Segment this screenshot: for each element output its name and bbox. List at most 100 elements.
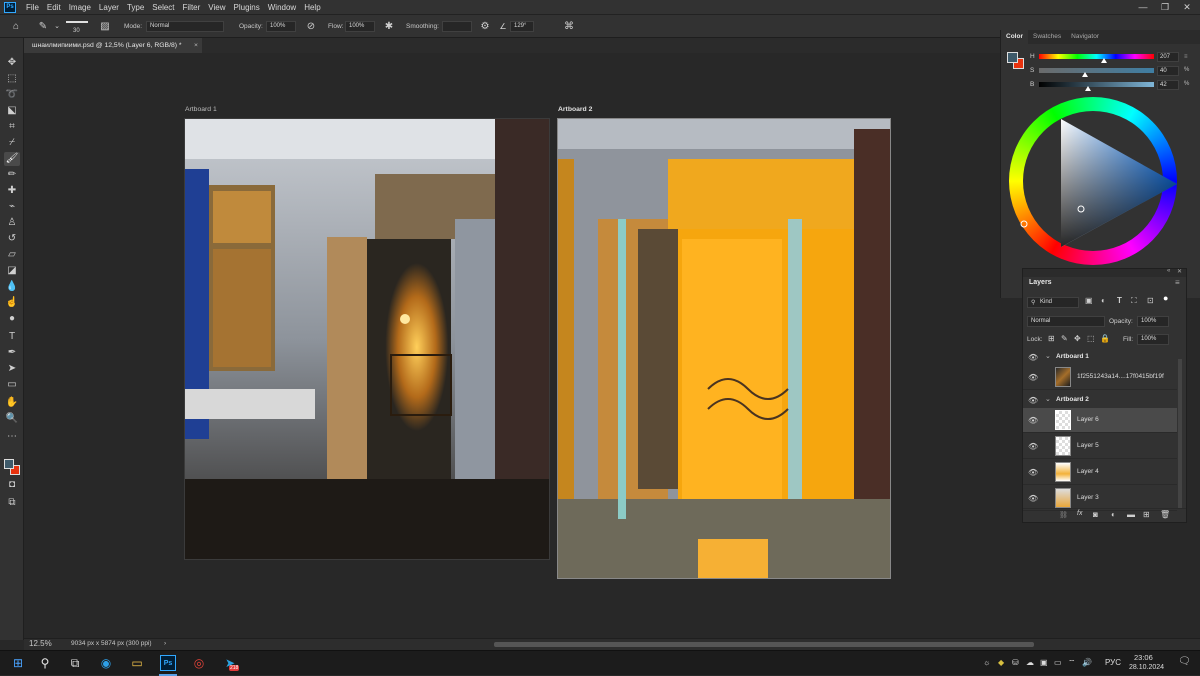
brush-tool-icon[interactable]: 🖌 bbox=[4, 152, 20, 166]
brightness-slider-thumb[interactable] bbox=[1085, 86, 1091, 91]
document-tab[interactable]: шнаилмипиими.psd @ 12,5% (Layer 6, RGB/8… bbox=[24, 38, 202, 53]
input-language[interactable]: РУС bbox=[1105, 658, 1121, 667]
chevron-down-icon[interactable]: ⌄ bbox=[50, 20, 64, 34]
blur-tool-icon[interactable]: 💧 bbox=[4, 280, 20, 294]
quick-mask-icon[interactable]: ◘ bbox=[4, 478, 20, 492]
crop-tool-icon[interactable]: ⌗ bbox=[4, 120, 20, 134]
history-brush-icon[interactable]: ↺ bbox=[4, 232, 20, 246]
display-icon[interactable]: ▭ bbox=[1054, 658, 1062, 667]
pencil-tool-icon[interactable]: ✏ bbox=[4, 168, 20, 182]
visibility-eye-icon[interactable]: 👁 bbox=[1028, 373, 1038, 382]
visibility-eye-icon[interactable]: 👁 bbox=[1028, 353, 1038, 362]
layer-row-layer-4[interactable]: 👁 Layer 4 bbox=[1023, 460, 1177, 485]
rectangle-tool-icon[interactable]: ▭ bbox=[4, 378, 20, 392]
smudge-tool-icon[interactable]: ☝ bbox=[4, 296, 20, 310]
close-icon[interactable]: ✕ bbox=[1176, 0, 1198, 14]
security-icon[interactable]: ◆ bbox=[998, 658, 1004, 667]
menu-edit[interactable]: Edit bbox=[43, 3, 65, 12]
smoothing-input[interactable] bbox=[442, 21, 472, 32]
clock-date[interactable]: 28.10.2024 bbox=[1129, 664, 1164, 671]
eyedropper-tool-icon[interactable]: ⌿ bbox=[4, 136, 20, 150]
pen-tool-icon[interactable]: ✒ bbox=[4, 346, 20, 360]
close-tab-icon[interactable]: × bbox=[194, 38, 198, 53]
visibility-eye-icon[interactable]: 👁 bbox=[1028, 442, 1038, 451]
hand-tool-icon[interactable]: ✋ bbox=[4, 396, 20, 410]
menu-select[interactable]: Select bbox=[148, 3, 178, 12]
layer-opacity-input[interactable]: 100% bbox=[1137, 316, 1169, 327]
new-layer-icon[interactable]: ⊞ bbox=[1143, 510, 1150, 519]
lock-image-icon[interactable]: ✎ bbox=[1061, 334, 1068, 343]
move-tool-icon[interactable]: ✥ bbox=[4, 56, 20, 70]
healing-tool-icon[interactable]: ✚ bbox=[4, 184, 20, 198]
close-panel-icon[interactable]: ✕ bbox=[1177, 268, 1182, 275]
visibility-eye-icon[interactable]: 👁 bbox=[1028, 396, 1038, 405]
menu-view[interactable]: View bbox=[204, 3, 229, 12]
path-select-icon[interactable]: ➤ bbox=[4, 362, 20, 376]
lasso-tool-icon[interactable]: ➰ bbox=[4, 88, 20, 102]
clock-time[interactable]: 23:06 bbox=[1134, 653, 1153, 662]
zoom-tool-icon[interactable]: 🔍 bbox=[4, 412, 20, 426]
eraser-tool-icon[interactable]: ▱ bbox=[4, 248, 20, 262]
filter-kind-select[interactable]: ⚲ Kind bbox=[1027, 297, 1079, 308]
layer-style-icon[interactable]: fx bbox=[1077, 510, 1082, 517]
adjustment-layer-icon[interactable]: ◐ bbox=[1111, 510, 1116, 519]
menu-filter[interactable]: Filter bbox=[179, 3, 205, 12]
windows-start-icon[interactable]: ⊞ bbox=[10, 655, 26, 671]
saturation-brightness-triangle[interactable] bbox=[1009, 97, 1177, 265]
mixer-brush-icon[interactable]: ⌁ bbox=[4, 200, 20, 214]
horizontal-scrollbar[interactable] bbox=[494, 642, 1034, 647]
menu-file[interactable]: File bbox=[22, 3, 43, 12]
menu-plugins[interactable]: Plugins bbox=[230, 3, 264, 12]
color-panel-foreground-swatch[interactable] bbox=[1007, 52, 1018, 63]
layer-row-photo[interactable]: 👁 1f2551243a14....17f0415bf19f bbox=[1023, 365, 1177, 390]
gear-icon[interactable]: ⚙ bbox=[478, 20, 492, 34]
edge-icon[interactable]: ◉ bbox=[98, 655, 114, 671]
brush-tool-icon[interactable]: ✎ bbox=[36, 20, 50, 34]
hue-slider[interactable] bbox=[1039, 54, 1154, 59]
photoshop-logo-icon[interactable]: Ps bbox=[4, 1, 16, 13]
pressure-opacity-icon[interactable]: ⊘ bbox=[304, 20, 318, 34]
weather-icon[interactable]: ☼ bbox=[983, 658, 990, 667]
hue-slider-thumb[interactable] bbox=[1101, 58, 1107, 63]
photoshop-taskbar-icon[interactable]: Ps bbox=[160, 655, 176, 671]
artboard-1-label[interactable]: Artboard 1 bbox=[185, 106, 217, 113]
filter-pixel-icon[interactable]: ▣ bbox=[1085, 296, 1093, 305]
opacity-input[interactable]: 100% bbox=[266, 21, 296, 32]
lock-all-icon[interactable]: 🔒 bbox=[1100, 334, 1110, 343]
clone-stamp-icon[interactable]: ♙ bbox=[4, 216, 20, 230]
marquee-tool-icon[interactable]: ⬚ bbox=[4, 72, 20, 86]
filter-smart-object-icon[interactable]: ⊡ bbox=[1147, 296, 1154, 305]
network-tray-icon[interactable]: ⛁ bbox=[1012, 658, 1019, 667]
lock-transparent-icon[interactable]: ⊞ bbox=[1048, 334, 1055, 343]
menu-image[interactable]: Image bbox=[65, 3, 95, 12]
filter-type-icon[interactable]: T bbox=[1117, 296, 1122, 305]
home-icon[interactable]: ⌂ bbox=[9, 20, 23, 34]
brightness-slider[interactable] bbox=[1039, 82, 1154, 87]
visibility-eye-icon[interactable]: 👁 bbox=[1028, 468, 1038, 477]
chevron-down-icon[interactable]: ⌄ bbox=[1045, 352, 1051, 360]
new-group-icon[interactable]: ▬ bbox=[1127, 510, 1135, 519]
blend-mode-select[interactable]: Normal bbox=[1027, 316, 1105, 327]
link-layers-icon[interactable]: ⛓ bbox=[1059, 511, 1068, 519]
document-info[interactable]: 9034 px x 5874 px (300 ppi) bbox=[71, 640, 152, 647]
delete-layer-icon[interactable]: 🗑 bbox=[1160, 510, 1170, 519]
usb-icon[interactable]: ▣ bbox=[1040, 658, 1048, 667]
artboard-2-label[interactable]: Artboard 2 bbox=[558, 106, 592, 113]
symmetry-icon[interactable]: ⌘ bbox=[562, 20, 576, 34]
menu-type[interactable]: Type bbox=[123, 3, 148, 12]
saturation-slider-thumb[interactable] bbox=[1082, 72, 1088, 77]
filter-toggle-icon[interactable]: ● bbox=[1163, 293, 1168, 303]
notifications-icon[interactable]: 🗨 bbox=[1178, 656, 1191, 667]
filter-adjustment-icon[interactable]: ◐ bbox=[1101, 296, 1106, 305]
zoom-level[interactable]: 12.5% bbox=[29, 639, 52, 648]
layer-row-layer-5[interactable]: 👁 Layer 5 bbox=[1023, 434, 1177, 459]
mode-select[interactable]: Normal bbox=[146, 21, 224, 32]
angle-input[interactable]: 129° bbox=[510, 21, 534, 32]
lock-position-icon[interactable]: ✥ bbox=[1074, 334, 1081, 343]
menu-window[interactable]: Window bbox=[264, 3, 300, 12]
minimize-icon[interactable]: — bbox=[1132, 0, 1154, 14]
tab-color[interactable]: Color bbox=[1001, 30, 1028, 44]
hue-input[interactable]: 207 bbox=[1157, 52, 1179, 62]
visibility-eye-icon[interactable]: 👁 bbox=[1028, 416, 1038, 425]
maximize-icon[interactable]: ❐ bbox=[1154, 0, 1176, 14]
